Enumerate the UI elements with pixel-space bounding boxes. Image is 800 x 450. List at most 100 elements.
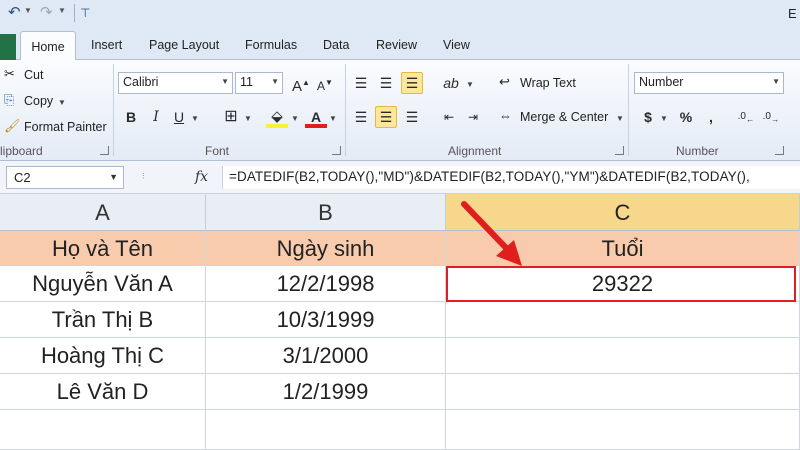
orientation-dropdown-icon[interactable]: ▼ (466, 80, 474, 89)
merge-center-icon[interactable]: ⇔ (499, 108, 512, 123)
tab-file[interactable] (0, 34, 16, 60)
number-group-label: Number (676, 144, 719, 158)
number-format-select[interactable]: Number ▼ (634, 72, 784, 94)
font-name-value: Calibri (123, 75, 159, 89)
decrease-indent-icon[interactable]: ⇤ (438, 106, 460, 128)
redo-dropdown-icon[interactable]: ▼ (58, 6, 66, 15)
cell-b2[interactable]: 12/2/1998 (206, 266, 446, 302)
merge-center-button[interactable]: Merge & Center (520, 110, 608, 124)
increase-decimal-icon[interactable]: .0← (735, 106, 757, 128)
name-box-value: C2 (14, 170, 31, 185)
cell-a3[interactable]: Trần Thị B (0, 302, 206, 338)
cell-b4[interactable]: 3/1/2000 (206, 338, 446, 374)
toolbar-separator (74, 4, 75, 22)
name-box[interactable]: C2 ▼ (6, 166, 124, 189)
font-name-select[interactable]: Calibri ▼ (118, 72, 233, 94)
currency-dropdown-icon[interactable]: ▼ (660, 114, 668, 123)
wrap-text-button[interactable]: Wrap Text (520, 76, 576, 90)
align-bottom-icon[interactable]: ☰ (401, 72, 423, 94)
cell-b1[interactable]: Ngày sinh (206, 231, 446, 266)
italic-icon[interactable]: I (145, 106, 167, 128)
bold-icon[interactable]: B (120, 106, 142, 128)
worksheet-grid: A B C Họ và Tên Ngày sinh Tuổi Nguyễn Vă… (0, 194, 800, 450)
fill-color-dropdown-icon[interactable]: ▼ (291, 114, 299, 123)
cell-c4[interactable] (446, 338, 800, 374)
merge-center-dropdown-icon[interactable]: ▼ (616, 114, 624, 123)
insert-function-icon[interactable]: fx (195, 169, 208, 185)
tab-review[interactable]: Review (376, 38, 417, 52)
tab-formulas[interactable]: Formulas (245, 38, 297, 52)
tab-page-layout[interactable]: Page Layout (149, 38, 219, 52)
quick-access-toolbar: ↶ ▼ ↷ ▼ ⊤ E (0, 0, 800, 28)
percent-button[interactable]: % (675, 106, 697, 128)
font-size-value: 11 (240, 75, 253, 89)
grow-font-icon[interactable]: A▲ (290, 72, 312, 95)
cell-a4[interactable]: Hoàng Thị C (0, 338, 206, 374)
borders-icon[interactable]: ⊞ (220, 106, 242, 128)
cut-button[interactable]: Cut (24, 68, 43, 82)
group-separator (345, 64, 346, 156)
comma-button[interactable]: , (700, 106, 722, 128)
column-header-a[interactable]: A (0, 194, 206, 231)
shrink-font-icon[interactable]: A▼ (314, 72, 336, 94)
font-launcher-icon[interactable] (332, 146, 341, 155)
tab-view[interactable]: View (443, 38, 470, 52)
increase-indent-icon[interactable]: ⇥ (462, 106, 484, 128)
redo-icon[interactable]: ↷ (40, 4, 53, 22)
font-size-select[interactable]: 11 ▼ (235, 72, 283, 94)
ribbon-home: ✂ Cut ⎘ Copy ▼ 🖌 Format Painter lipboard… (0, 60, 800, 161)
format-painter-button[interactable]: Format Painter (24, 120, 107, 134)
cell-a6[interactable] (0, 410, 206, 450)
group-separator (628, 64, 629, 156)
copy-icon[interactable]: ⎘ (4, 92, 14, 108)
tab-insert[interactable]: Insert (91, 38, 122, 52)
group-separator (113, 64, 114, 156)
cell-a5[interactable]: Lê Văn D (0, 374, 206, 410)
red-arrow-icon (461, 201, 522, 266)
column-header-b[interactable]: B (206, 194, 446, 231)
cell-a2[interactable]: Nguyễn Văn A (0, 266, 206, 302)
cell-c3[interactable] (446, 302, 800, 338)
tab-data[interactable]: Data (323, 38, 349, 52)
currency-button[interactable]: $ (637, 106, 659, 128)
cell-c5[interactable] (446, 374, 800, 410)
resize-handle-icon[interactable]: ⋮ (140, 172, 149, 180)
cell-a1[interactable]: Họ và Tên (0, 231, 206, 266)
underline-dropdown-icon[interactable]: ▼ (191, 114, 199, 123)
borders-dropdown-icon[interactable]: ▼ (244, 114, 252, 123)
chevron-down-icon: ▼ (271, 77, 279, 86)
wrap-text-icon[interactable]: ↩ (499, 74, 510, 90)
alignment-launcher-icon[interactable] (615, 146, 624, 155)
align-middle-icon[interactable]: ☰ (375, 72, 397, 94)
number-launcher-icon[interactable] (775, 146, 784, 155)
undo-icon[interactable]: ↶ (8, 4, 21, 22)
align-left-icon[interactable]: ☰ (350, 106, 372, 128)
cut-icon[interactable]: ✂ (4, 66, 15, 82)
undo-dropdown-icon[interactable]: ▼ (24, 6, 32, 15)
clipboard-launcher-icon[interactable] (100, 146, 109, 155)
copy-button[interactable]: Copy (24, 94, 53, 108)
alignment-group-label: Alignment (448, 144, 502, 158)
format-painter-icon[interactable]: 🖌 (4, 118, 21, 134)
number-format-value: Number (639, 75, 684, 89)
decrease-decimal-icon[interactable]: .0→ (760, 106, 782, 128)
cell-b5[interactable]: 1/2/1999 (206, 374, 446, 410)
cell-c6[interactable] (446, 410, 800, 450)
chevron-down-icon: ▼ (772, 77, 780, 86)
chevron-down-icon: ▼ (221, 77, 229, 86)
align-right-icon[interactable]: ☰ (401, 106, 423, 128)
underline-icon[interactable]: U (168, 106, 190, 128)
align-top-icon[interactable]: ☰ (350, 72, 372, 94)
customize-toolbar-icon[interactable]: ⊤ (80, 4, 90, 22)
tab-home[interactable]: Home (20, 31, 76, 61)
cell-b3[interactable]: 10/3/1999 (206, 302, 446, 338)
align-center-icon[interactable]: ☰ (375, 106, 397, 128)
cell-b6[interactable] (206, 410, 446, 450)
font-color-icon[interactable]: A (305, 106, 327, 128)
fill-color-icon[interactable]: ⬙ (266, 106, 288, 128)
formula-input[interactable]: =DATEDIF(B2,TODAY(),"MD")&DATEDIF(B2,TOD… (222, 166, 800, 189)
ribbon-tab-bar: Home Insert Page Layout Formulas Data Re… (0, 28, 800, 61)
copy-dropdown-icon[interactable]: ▼ (58, 98, 66, 107)
orientation-icon[interactable]: ab (440, 72, 462, 94)
font-color-dropdown-icon[interactable]: ▼ (329, 114, 337, 123)
